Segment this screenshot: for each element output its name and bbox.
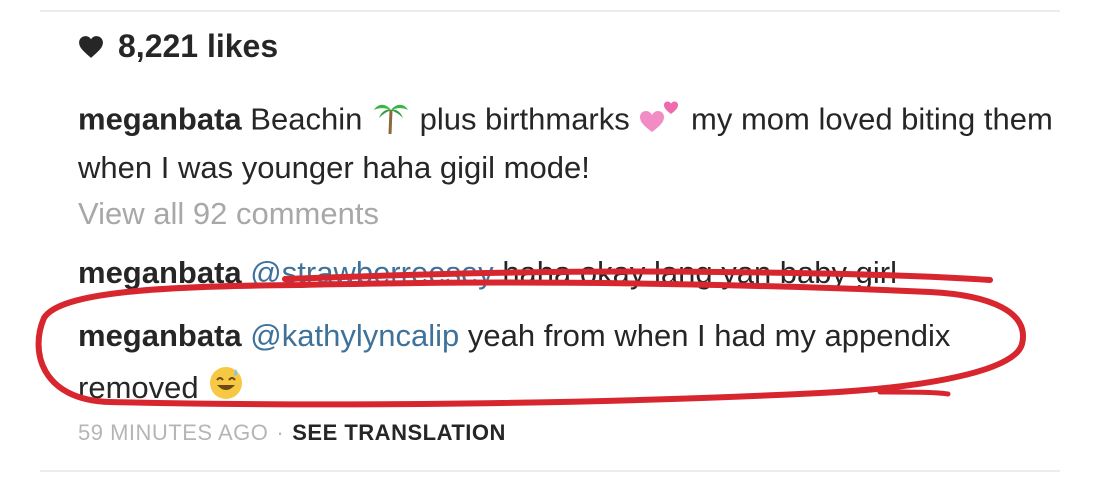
- top-divider: [40, 0, 1060, 12]
- meta-separator: ·: [276, 420, 285, 445]
- view-all-comments-link[interactable]: View all 92 comments: [78, 196, 379, 232]
- caption-text-1: Beachin: [250, 101, 363, 137]
- post-caption: meganbata Beachin plus birthmarks my mom…: [78, 96, 1068, 189]
- heart-icon[interactable]: [78, 35, 104, 59]
- comment-mention[interactable]: @kathylyncalip: [250, 318, 459, 353]
- grinning-sweat-face-icon: [207, 363, 245, 417]
- two-hearts-icon: [638, 96, 682, 147]
- see-translation-link[interactable]: SEE TRANSLATION: [292, 420, 506, 446]
- likes-label: 8,221 likes: [118, 28, 279, 64]
- likes-count[interactable]: 8,221 likes: [78, 28, 278, 65]
- comment-meta: 59 MINUTES AGO · SEE TRANSLATION: [78, 420, 506, 446]
- caption-text-2: plus birthmarks: [419, 101, 630, 137]
- comment-item: meganbata @strawberreesey haha okay lang…: [78, 252, 1078, 294]
- palm-tree-icon: [371, 96, 411, 147]
- bottom-divider: [40, 470, 1060, 472]
- caption-username[interactable]: meganbata: [78, 102, 242, 137]
- comment-mention[interactable]: @strawberreesey: [250, 255, 493, 290]
- comment-username[interactable]: meganbata: [78, 318, 242, 353]
- comment-username[interactable]: meganbata: [78, 255, 242, 290]
- timestamp: 59 MINUTES AGO: [78, 420, 269, 445]
- comment-item: meganbata @kathylyncalip yeah from when …: [78, 310, 998, 417]
- comment-text: haha okay lang yan baby girl: [502, 255, 897, 290]
